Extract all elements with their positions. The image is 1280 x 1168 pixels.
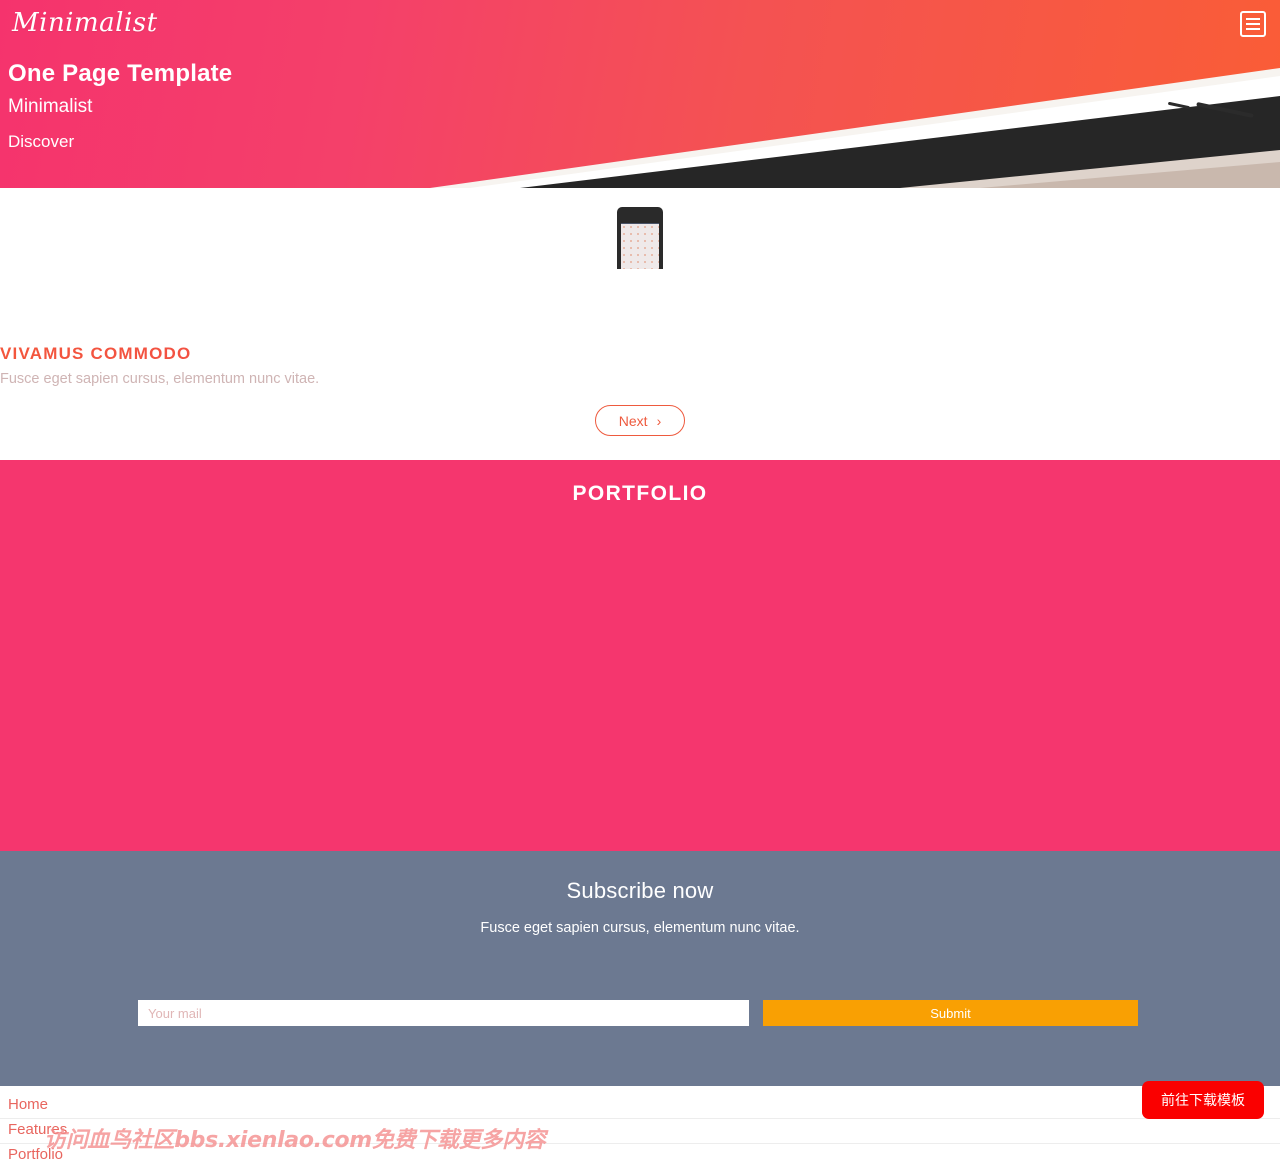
- smartphone-illustration: [617, 207, 663, 269]
- site-logo[interactable]: Minimalist: [12, 8, 158, 38]
- subscribe-form: Submit: [138, 1000, 1138, 1026]
- next-button[interactable]: Next ›: [595, 405, 685, 436]
- footer-section: Home Features Portfolio: [0, 1086, 1280, 1168]
- footer-link-features[interactable]: Features: [0, 1117, 1280, 1142]
- hero-title: One Page Template: [8, 60, 233, 87]
- phone-screen: [621, 223, 659, 269]
- intro-tagline: Fusce eget sapien cursus, elementum nunc…: [0, 371, 320, 387]
- chevron-right-icon: ›: [656, 412, 662, 429]
- hero-tagline: Discover: [8, 132, 75, 152]
- intro-heading: VIVAMUS COMMODO: [0, 344, 1280, 364]
- subscribe-title: Subscribe now: [566, 878, 714, 903]
- menu-bar-2: [1246, 23, 1260, 25]
- hero-section: Minimalist One Page Template Minimalist …: [0, 0, 1280, 188]
- download-template-button[interactable]: 前往下载模板: [1142, 1081, 1264, 1119]
- footer-divider-2: [0, 1143, 1280, 1144]
- footer-link-portfolio[interactable]: Portfolio: [0, 1142, 1280, 1167]
- menu-bar-3: [1246, 28, 1260, 30]
- subscribe-section: Subscribe now Fusce eget sapien cursus, …: [0, 851, 1280, 1086]
- next-button-label: Next: [618, 412, 648, 429]
- menu-bar-1: [1246, 18, 1260, 20]
- hamburger-menu-icon[interactable]: [1240, 11, 1266, 37]
- portfolio-section: 2: [0, 460, 1280, 1168]
- subscribe-tagline: Fusce eget sapien cursus, elementum nunc…: [480, 920, 800, 936]
- mail-input[interactable]: [138, 1000, 749, 1026]
- portfolio-title: PORTFOLIO: [572, 482, 708, 505]
- hero-text-block: One Page Template Minimalist Discover: [8, 58, 232, 159]
- submit-button[interactable]: Submit: [763, 1000, 1138, 1026]
- footer-link-home[interactable]: Home: [0, 1092, 1280, 1117]
- hero-subtitle: Minimalist: [8, 96, 93, 118]
- footer-divider-1: [0, 1118, 1280, 1119]
